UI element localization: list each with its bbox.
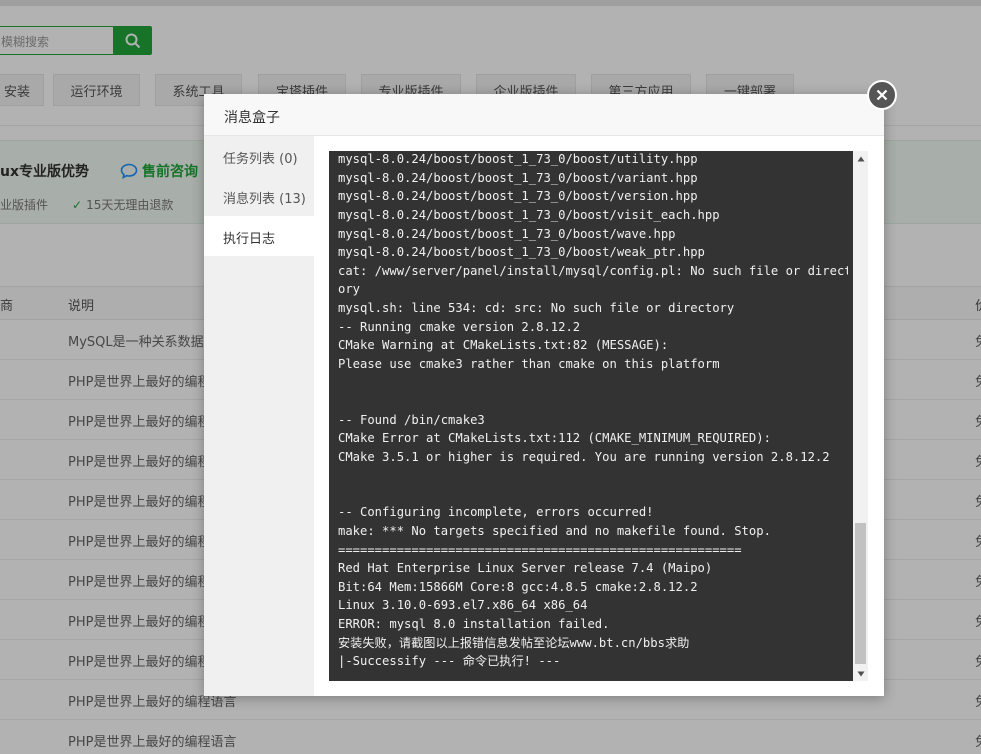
log-output: mysql-8.0.24/boost/boost_1_73_0/boost/ut… [338, 151, 848, 671]
log-line: mysql-8.0.24/boost/boost_1_73_0/boost/va… [338, 170, 698, 185]
log-line: Red Hat Enterprise Linux Server release … [338, 561, 713, 576]
log-line: CMake Error at CMakeLists.txt:112 (CMAKE… [338, 431, 771, 446]
scroll-up-button[interactable] [853, 151, 868, 166]
close-button[interactable] [867, 80, 897, 110]
caret-up-icon [857, 156, 864, 161]
log-line: mysql.sh: line 534: cd: src: No such fil… [338, 300, 735, 315]
log-line: -- Found /bin/cmake3 [338, 412, 485, 427]
caret-down-icon [857, 671, 864, 676]
log-line: ory [338, 282, 361, 297]
log-line: cat: /www/server/panel/install/mysql/con… [338, 263, 848, 278]
log-line: mysql-8.0.24/boost/boost_1_73_0/boost/vi… [338, 207, 720, 222]
log-line: CMake 3.5.1 or higher is required. You a… [338, 449, 830, 464]
close-icon [876, 89, 888, 101]
log-line: mysql-8.0.24/boost/boost_1_73_0/boost/ve… [338, 189, 698, 204]
dialog-content: mysql-8.0.24/boost/boost_1_73_0/boost/ut… [314, 136, 884, 696]
scrollbar-thumb[interactable] [855, 523, 866, 664]
log-line: CMake Warning at CMakeLists.txt:82 (MESS… [338, 338, 669, 353]
log-line: mysql-8.0.24/boost/boost_1_73_0/boost/ut… [338, 152, 698, 167]
dialog-title: 消息盒子 [204, 94, 884, 136]
log-line: ERROR: mysql 8.0 installation failed. [338, 617, 610, 632]
tab-execution-log[interactable]: 执行日志 [204, 216, 314, 256]
log-line: -- Configuring incomplete, errors occurr… [338, 505, 654, 520]
log-line: 安装失败，请截图以上报错信息发帖至论坛www.bt.cn/bbs求助 [338, 635, 690, 650]
log-scrollbar[interactable] [853, 151, 868, 681]
log-line: Please use cmake3 rather than cmake on t… [338, 356, 720, 371]
log-line: |-Successify --- 命令已执行! --- [338, 654, 561, 669]
log-line: -- Running cmake version 2.8.12.2 [338, 319, 581, 334]
scroll-down-button[interactable] [853, 666, 868, 681]
log-line: Bit:64 Mem:15866M Core:8 gcc:4.8.5 cmake… [338, 579, 698, 594]
log-line: Linux 3.10.0-693.el7.x86_64 x86_64 [338, 598, 588, 613]
tab-task-list[interactable]: 任务列表 (0) [204, 136, 314, 176]
message-box-dialog: 消息盒子 任务列表 (0) 消息列表 (13) 执行日志 mysql-8.0.2… [204, 80, 897, 696]
log-line: ========================================… [338, 542, 742, 557]
dialog-sidebar: 任务列表 (0) 消息列表 (13) 执行日志 [204, 136, 314, 696]
execution-log-terminal[interactable]: mysql-8.0.24/boost/boost_1_73_0/boost/ut… [329, 151, 868, 681]
tab-message-list[interactable]: 消息列表 (13) [204, 176, 314, 216]
log-line: mysql-8.0.24/boost/boost_1_73_0/boost/we… [338, 245, 705, 260]
log-line: make: *** No targets specified and no ma… [338, 524, 771, 539]
log-line: mysql-8.0.24/boost/boost_1_73_0/boost/wa… [338, 226, 676, 241]
